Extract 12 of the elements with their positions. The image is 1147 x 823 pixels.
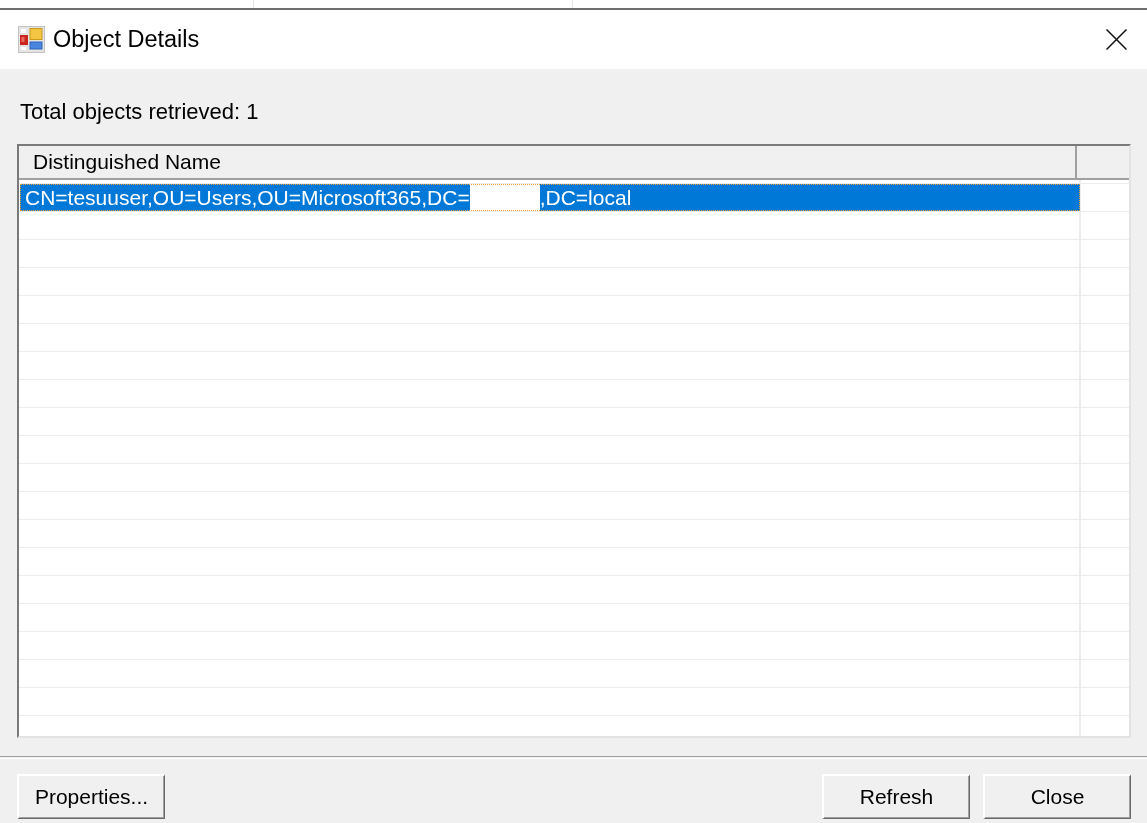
dialog-button[interactable]: Close: [983, 774, 1131, 819]
window-title: Object Details: [53, 26, 200, 53]
cell-text: ,DC=local: [539, 185, 632, 210]
summary-text: Total objects retrieved: 1: [20, 99, 259, 125]
window-close-button[interactable]: [1106, 29, 1127, 50]
selected-list-row[interactable]: CN=tesuuser,OU=Users,OU=Microsoft365,DC= ,DC=local: [20, 184, 1080, 211]
cell-text: CN=tesuuser,OU=Users,OU=Microsoft365,DC=: [25, 185, 470, 210]
dialog-button[interactable]: Properties...: [17, 774, 165, 819]
app-icon: [18, 26, 45, 53]
dialog-button[interactable]: Refresh: [822, 774, 970, 819]
close-icon: [1106, 29, 1127, 50]
redaction-block: [469, 184, 540, 211]
